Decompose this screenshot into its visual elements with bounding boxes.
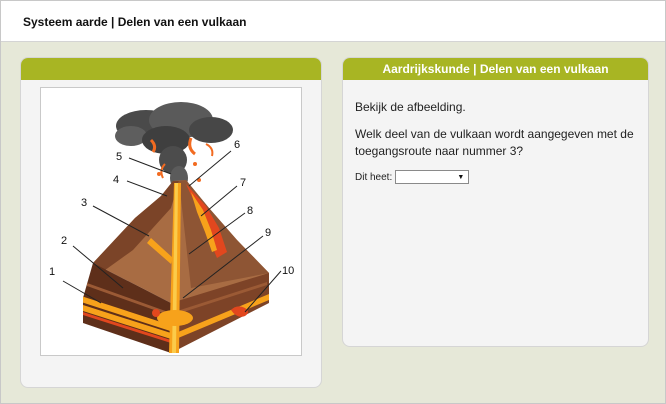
page-title: Systeem aarde | Delen van een vulkaan [23, 15, 247, 29]
figure-number-10: 10 [282, 265, 294, 277]
figure-number-7: 7 [240, 177, 246, 189]
triangle-down-icon: ▼ [457, 174, 465, 181]
image-panel-header [21, 58, 321, 80]
figure-number-2: 2 [61, 235, 67, 247]
figure-number-9: 9 [265, 227, 271, 239]
answer-row: Dit heet: ▼ [355, 170, 636, 184]
question-body: Bekijk de afbeelding. Welk deel van de v… [343, 80, 648, 184]
figure-number-6: 6 [234, 139, 240, 151]
question-intro: Bekijk de afbeelding. [355, 100, 466, 114]
figure-number-8: 8 [247, 205, 253, 217]
image-panel: 1 2 3 4 5 6 7 8 9 10 [20, 57, 322, 388]
figure-number-5: 5 [116, 151, 122, 163]
volcano-figure: 1 2 3 4 5 6 7 8 9 10 [40, 87, 302, 356]
question-panel: Aardrijkskunde | Delen van een vulkaan B… [342, 57, 649, 347]
answer-dropdown[interactable]: ▼ [395, 170, 470, 184]
ash-cloud [115, 102, 233, 190]
figure-number-1: 1 [49, 266, 55, 278]
question-text: Welk deel van de vulkaan wordt aangegeve… [355, 127, 634, 158]
top-bar: Systeem aarde | Delen van een vulkaan [1, 1, 665, 42]
figure-number-3: 3 [81, 197, 87, 209]
answer-label: Dit heet: [355, 171, 393, 183]
question-panel-header: Aardrijkskunde | Delen van een vulkaan [343, 58, 648, 80]
volcano-diagram: 1 2 3 4 5 6 7 8 9 10 [49, 102, 294, 353]
figure-number-4: 4 [113, 174, 119, 186]
